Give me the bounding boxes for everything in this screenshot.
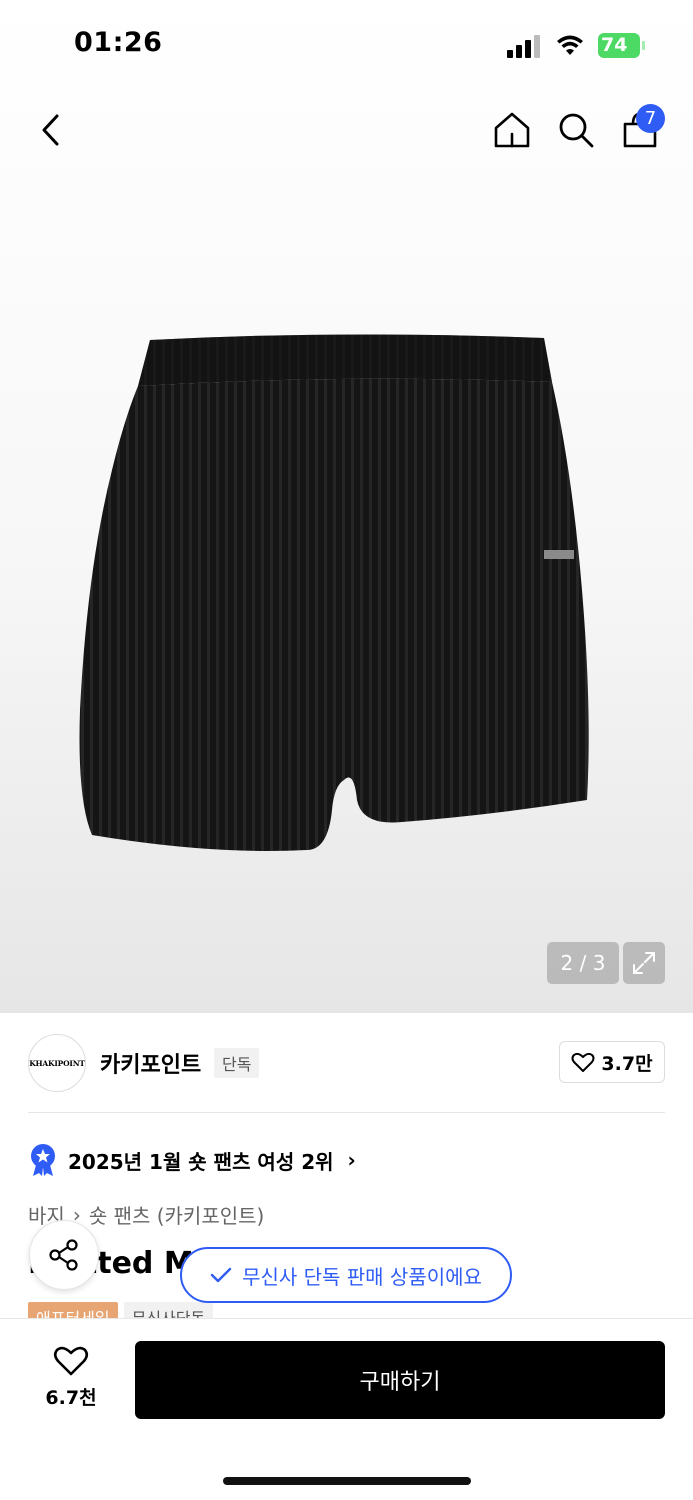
exclusive-toast: 무신사 단독 판매 상품이에요 [180,1247,512,1303]
image-counter: 2 / 3 [547,942,619,984]
share-icon [49,1239,78,1271]
brand-name[interactable]: 카키포인트 [100,1047,201,1079]
search-icon [559,113,594,148]
cellular-signal-icon [507,35,540,58]
chevron-left-icon [42,114,59,146]
rank-medal-icon [31,1144,55,1176]
toast-text: 무신사 단독 판매 상품이에요 [242,1264,482,1289]
battery-level: 74 [601,34,628,56]
wishlist-count: 6.7천 [45,1387,97,1409]
ranking-link[interactable]: 2025년 1월 숏 팬츠 여성 2위 › [28,1140,356,1180]
back-button[interactable] [28,106,72,154]
brand-like-count: 3.7만 [601,1052,653,1075]
battery-icon: 74 [598,33,646,58]
brand-logo[interactable]: KHAKIPOINT [28,1034,86,1092]
exclusive-badge: 단독 [214,1048,260,1078]
fullscreen-button[interactable] [623,942,665,984]
status-time: 01:26 [74,27,163,58]
heart-icon [53,1346,89,1376]
wifi-icon [557,35,583,55]
buy-button[interactable]: 구매하기 [135,1341,665,1419]
status-bar: 01:26 74 [0,0,693,92]
home-icon [494,112,530,148]
cart-count-badge: 7 [636,104,665,133]
divider [28,1112,665,1113]
home-indicator [223,1477,471,1485]
heart-icon [571,1052,595,1072]
brand-like-button[interactable]: 3.7만 [559,1041,665,1083]
breadcrumb-item[interactable]: 숏 팬츠 (카키포인트) [89,1200,265,1229]
wishlist-button[interactable]: 6.7천 [28,1345,114,1415]
ranking-text: 2025년 1월 숏 팬츠 여성 2위 [68,1149,334,1174]
brand-row: KHAKIPOINT 카키포인트 단독 3.7만 [28,1034,665,1092]
expand-icon [633,952,655,974]
share-button[interactable] [29,1220,99,1290]
search-button[interactable] [552,106,600,154]
top-navbar [0,92,693,172]
bottom-action-bar: 6.7천 구매하기 [0,1318,693,1500]
chevron-right-icon: › [347,1148,356,1172]
home-button[interactable] [488,106,536,154]
check-icon [210,1267,232,1283]
product-photo-shorts [79,334,589,851]
